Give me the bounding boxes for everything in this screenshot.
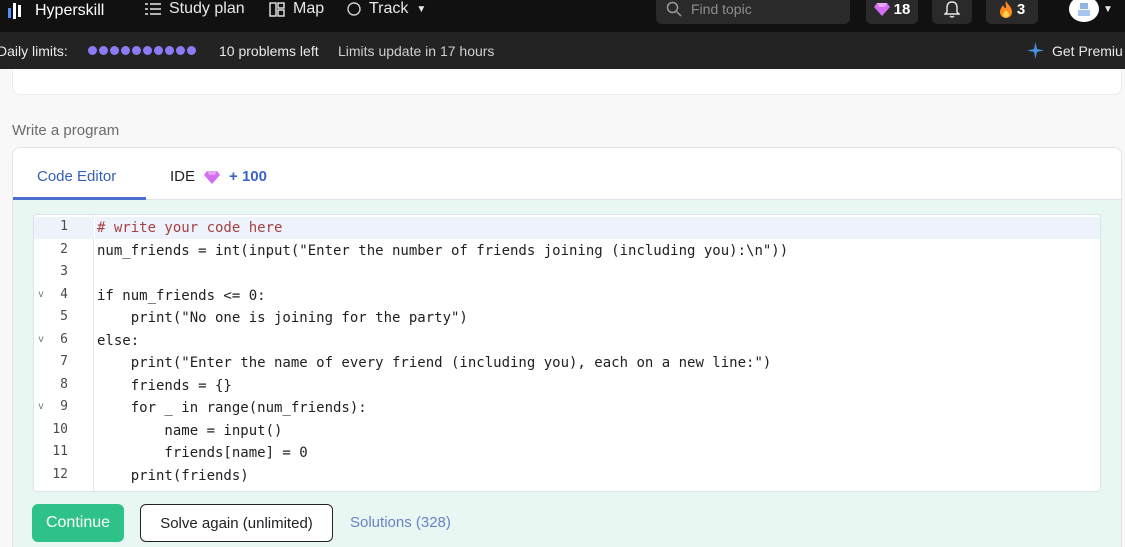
gems-counter[interactable]: 18 <box>866 0 918 24</box>
fold-marker[interactable]: v <box>38 334 44 345</box>
brand-name: Hyperskill <box>35 2 105 19</box>
streak-counter[interactable]: 3 <box>986 0 1038 24</box>
limit-dot <box>143 46 152 55</box>
section-title: Write a program <box>12 122 120 139</box>
ide-reward: + 100 <box>229 168 267 185</box>
brand[interactable]: Hyperskill <box>8 0 104 22</box>
sparkle-icon <box>1027 42 1044 59</box>
solutions-link[interactable]: Solutions (328) <box>350 514 451 531</box>
line-number: 2 <box>60 241 68 257</box>
line-number: 11 <box>52 444 68 459</box>
search-input[interactable] <box>691 1 841 17</box>
limit-dot <box>110 46 119 55</box>
tab-code-editor[interactable]: Code Editor <box>37 168 116 185</box>
avatar <box>1069 0 1100 22</box>
track-circle-icon <box>347 2 361 16</box>
get-premium-link[interactable]: Get Premiu <box>1027 42 1123 59</box>
code-line[interactable]: num_friends = int(input("Enter the numbe… <box>97 240 788 262</box>
code-line[interactable]: print(friends) <box>97 465 249 487</box>
hyperskill-logo-icon <box>8 2 26 20</box>
list-icon <box>145 3 161 15</box>
code-line[interactable]: if num_friends <= 0: <box>97 285 266 307</box>
nav-track-label: Track <box>369 0 409 17</box>
limit-dot <box>154 46 163 55</box>
code-line[interactable]: friends = {} <box>97 375 232 397</box>
nav-map[interactable]: Map <box>269 0 324 18</box>
gem-icon <box>873 3 890 16</box>
line-number: 3 <box>60 264 68 279</box>
chevron-down-icon: ▼ <box>416 3 427 15</box>
daily-limits-dots <box>88 46 196 55</box>
notifications-button[interactable] <box>932 0 972 24</box>
gems-count: 18 <box>893 0 911 18</box>
top-navigation-bar: Hyperskill Study plan Map Track ▼ 18 <box>0 0 1125 32</box>
problems-left-text: 10 problems left <box>219 43 319 59</box>
code-editor[interactable]: 1 2 3 v4 5 v6 7 8 v9 10 11 12 # write yo… <box>33 214 1101 492</box>
line-number: 1 <box>60 219 68 234</box>
line-number: v4 <box>38 286 68 302</box>
line-number: v6 <box>38 331 68 347</box>
map-icon <box>269 1 285 17</box>
limit-dot <box>88 46 97 55</box>
editor-tabs: Code Editor IDE + 100 <box>13 148 1121 200</box>
gem-icon <box>204 170 221 184</box>
code-line[interactable]: for _ in range(num_friends): <box>97 397 367 419</box>
limit-dot <box>132 46 141 55</box>
tab-ide-label: IDE <box>170 168 196 185</box>
line-number: v9 <box>38 399 68 414</box>
code-line[interactable]: # write your code here <box>97 217 282 239</box>
code-line[interactable]: print("No one is joining for the party") <box>97 307 468 329</box>
fold-marker[interactable]: v <box>38 401 44 412</box>
previous-card <box>12 69 1122 95</box>
daily-limits-label: Daily limits: <box>0 43 68 59</box>
nav-track[interactable]: Track ▼ <box>347 0 426 18</box>
fire-icon <box>999 0 1012 18</box>
limits-update-text: Limits update in 17 hours <box>338 43 495 59</box>
fold-marker[interactable]: v <box>38 289 44 300</box>
search-box[interactable] <box>656 0 850 24</box>
limit-dot <box>99 46 108 55</box>
limit-dot <box>176 46 185 55</box>
line-number: 10 <box>52 421 68 437</box>
code-line[interactable]: name = input() <box>97 420 282 442</box>
search-icon <box>666 1 682 17</box>
nav-map-label: Map <box>293 0 325 17</box>
code-editor-card: Code Editor IDE + 100 1 2 3 v4 5 v6 7 8 … <box>12 147 1122 547</box>
limit-dot <box>121 46 130 55</box>
line-number: 7 <box>60 354 68 369</box>
continue-button[interactable]: Continue <box>32 504 124 542</box>
limit-dot <box>187 46 196 55</box>
code-line[interactable]: print("Enter the name of every friend (i… <box>97 352 772 374</box>
user-menu[interactable]: ▼ <box>1060 0 1122 24</box>
line-number: 5 <box>60 309 68 324</box>
chevron-down-icon: ▼ <box>1103 3 1113 15</box>
bell-icon <box>944 0 960 18</box>
daily-limits-bar: Daily limits: 10 problems left Limits up… <box>0 32 1125 69</box>
nav-study-plan-label: Study plan <box>169 0 245 17</box>
streak-count: 3 <box>1016 0 1026 18</box>
limit-dot <box>165 46 174 55</box>
solve-again-button[interactable]: Solve again (unlimited) <box>140 504 333 542</box>
line-number: 8 <box>60 376 68 392</box>
nav-study-plan[interactable]: Study plan <box>145 0 245 18</box>
code-line[interactable]: else: <box>97 330 139 352</box>
avatar-pixel-icon <box>1078 3 1091 16</box>
tab-ide[interactable]: IDE + 100 <box>170 168 267 185</box>
code-line[interactable]: friends[name] = 0 <box>97 442 307 464</box>
line-number: 12 <box>52 466 68 482</box>
active-tab-underline <box>13 197 146 200</box>
get-premium-label: Get Premiu <box>1052 42 1123 59</box>
